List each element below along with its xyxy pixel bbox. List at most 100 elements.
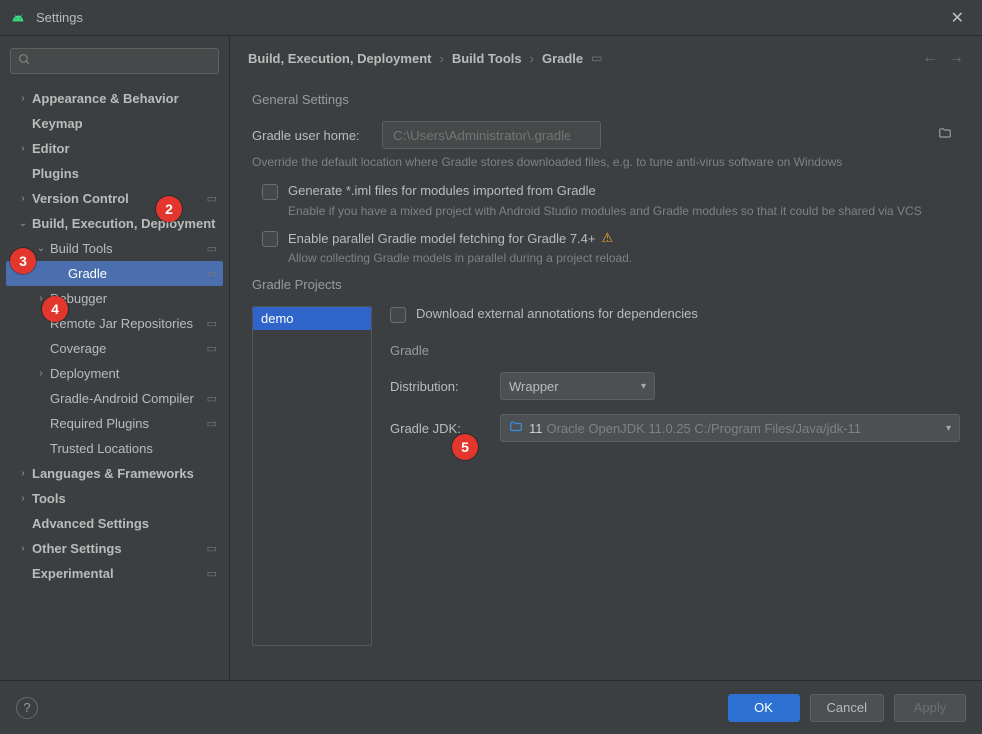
sidebar-item-languages-frameworks[interactable]: ›Languages & Frameworks xyxy=(6,461,223,486)
sidebar-item-label: Editor xyxy=(32,141,217,156)
distribution-label: Distribution: xyxy=(390,379,500,394)
section-heading-general: General Settings xyxy=(252,92,960,107)
download-annotations-checkbox[interactable] xyxy=(390,307,406,323)
sidebar-item-label: Debugger xyxy=(50,291,217,306)
sidebar-item-label: Languages & Frameworks xyxy=(32,466,217,481)
sidebar-item-build-execution-deployment[interactable]: ⌄Build, Execution, Deployment xyxy=(6,211,223,236)
search-input[interactable] xyxy=(10,48,219,74)
apply-button[interactable]: Apply xyxy=(894,694,966,722)
sidebar: ›Appearance & BehaviorKeymap›EditorPlugi… xyxy=(0,36,230,680)
project-scope-icon: ▭ xyxy=(207,417,217,430)
sidebar-item-experimental[interactable]: Experimental ▭ xyxy=(6,561,223,586)
project-scope-icon: ▭ xyxy=(207,342,217,355)
sidebar-item-gradle[interactable]: Gradle▭ xyxy=(6,261,223,286)
chevron-right-icon: › xyxy=(439,51,443,66)
sidebar-item-label: Remote Jar Repositories xyxy=(50,316,203,331)
breadcrumb-item[interactable]: Build Tools xyxy=(452,51,522,66)
jdk-icon xyxy=(509,420,523,437)
help-icon[interactable]: ? xyxy=(16,697,38,719)
sidebar-item-plugins[interactable]: Plugins xyxy=(6,161,223,186)
chevron-right-icon: › xyxy=(530,51,534,66)
gradle-jdk-dropdown[interactable]: 11Oracle OpenJDK 11.0.25 C:/Program File… xyxy=(500,414,960,442)
sidebar-item-debugger[interactable]: ›Debugger xyxy=(6,286,223,311)
gradle-user-home-input[interactable] xyxy=(382,121,601,149)
sidebar-item-appearance-behavior[interactable]: ›Appearance & Behavior xyxy=(6,86,223,111)
sidebar-item-label: Experimental xyxy=(32,566,203,581)
sidebar-item-editor[interactable]: ›Editor xyxy=(6,136,223,161)
callout-5: 5 xyxy=(452,434,478,460)
sidebar-item-label: Coverage xyxy=(50,341,203,356)
gradle-project-item[interactable]: demo xyxy=(253,307,371,330)
forward-icon[interactable]: → xyxy=(948,49,964,67)
chevron-right-icon[interactable]: › xyxy=(16,143,30,154)
gradle-projects-list[interactable]: demo xyxy=(252,306,372,646)
sidebar-item-deployment[interactable]: ›Deployment xyxy=(6,361,223,386)
window-title: Settings xyxy=(36,10,943,25)
chevron-down-icon[interactable]: ⌄ xyxy=(34,243,48,254)
sidebar-item-label: Deployment xyxy=(50,366,217,381)
generate-iml-hint: Enable if you have a mixed project with … xyxy=(288,204,960,218)
breadcrumb-item[interactable]: Build, Execution, Deployment xyxy=(248,51,431,66)
project-scope-icon: ▭ xyxy=(207,542,217,555)
sidebar-item-keymap[interactable]: Keymap xyxy=(6,111,223,136)
breadcrumb-item[interactable]: Gradle xyxy=(542,51,583,66)
project-scope-icon: ▭ xyxy=(591,51,602,65)
project-scope-icon: ▭ xyxy=(207,242,217,255)
generate-iml-checkbox[interactable] xyxy=(262,184,278,200)
chevron-down-icon: ▾ xyxy=(641,381,646,392)
sidebar-item-label: Trusted Locations xyxy=(50,441,217,456)
folder-browse-icon[interactable] xyxy=(938,127,952,144)
sidebar-item-label: Plugins xyxy=(32,166,217,181)
project-scope-icon: ▭ xyxy=(207,317,217,330)
chevron-right-icon[interactable]: › xyxy=(16,543,30,554)
sidebar-item-remote-jar-repositories[interactable]: Remote Jar Repositories ▭ xyxy=(6,311,223,336)
parallel-fetch-label: Enable parallel Gradle model fetching fo… xyxy=(288,230,613,246)
gradle-user-home-label: Gradle user home: xyxy=(252,128,382,143)
sidebar-item-advanced-settings[interactable]: Advanced Settings xyxy=(6,511,223,536)
gradle-user-home-hint: Override the default location where Grad… xyxy=(252,155,960,169)
chevron-right-icon[interactable]: › xyxy=(16,493,30,504)
ok-button[interactable]: OK xyxy=(728,694,800,722)
sidebar-item-label: Required Plugins xyxy=(50,416,203,431)
sidebar-item-coverage[interactable]: Coverage ▭ xyxy=(6,336,223,361)
chevron-right-icon[interactable]: › xyxy=(34,368,48,379)
distribution-dropdown[interactable]: Wrapper ▾ xyxy=(500,372,655,400)
sidebar-item-label: Gradle xyxy=(68,266,203,281)
sidebar-item-build-tools[interactable]: ⌄Build Tools ▭ xyxy=(6,236,223,261)
sidebar-item-other-settings[interactable]: ›Other Settings ▭ xyxy=(6,536,223,561)
generate-iml-label: Generate *.iml files for modules importe… xyxy=(288,183,596,198)
section-heading-projects: Gradle Projects xyxy=(252,277,960,292)
chevron-right-icon[interactable]: › xyxy=(16,468,30,479)
parallel-fetch-hint: Allow collecting Gradle models in parall… xyxy=(288,251,960,265)
sidebar-item-label: Other Settings xyxy=(32,541,203,556)
sidebar-item-label: Advanced Settings xyxy=(32,516,217,531)
sidebar-item-trusted-locations[interactable]: Trusted Locations xyxy=(6,436,223,461)
callout-2: 2 xyxy=(156,196,182,222)
search-icon xyxy=(18,53,31,69)
sidebar-item-label: Gradle-Android Compiler xyxy=(50,391,203,406)
sidebar-item-label: Build Tools xyxy=(50,241,203,256)
callout-3: 3 xyxy=(10,248,36,274)
back-icon[interactable]: ← xyxy=(922,49,938,67)
sidebar-item-label: Keymap xyxy=(32,116,217,131)
warning-icon: ⚠ xyxy=(602,230,614,246)
parallel-fetch-checkbox[interactable] xyxy=(262,231,278,247)
chevron-right-icon[interactable]: › xyxy=(16,193,30,204)
chevron-right-icon[interactable]: › xyxy=(16,93,30,104)
distribution-value: Wrapper xyxy=(509,379,633,394)
sidebar-item-version-control[interactable]: ›Version Control▭ xyxy=(6,186,223,211)
cancel-button[interactable]: Cancel xyxy=(810,694,884,722)
sidebar-item-tools[interactable]: ›Tools xyxy=(6,486,223,511)
close-icon[interactable]: ✕ xyxy=(943,4,972,32)
settings-tree: ›Appearance & BehaviorKeymap›EditorPlugi… xyxy=(6,86,223,670)
footer: ? OK Cancel Apply xyxy=(0,680,982,734)
project-scope-icon: ▭ xyxy=(207,392,217,405)
callout-4: 4 xyxy=(42,296,68,322)
project-scope-icon: ▭ xyxy=(207,567,217,580)
sidebar-item-required-plugins[interactable]: Required Plugins ▭ xyxy=(6,411,223,436)
sidebar-item-gradle-android-compiler[interactable]: Gradle-Android Compiler ▭ xyxy=(6,386,223,411)
chevron-down-icon[interactable]: ⌄ xyxy=(16,218,30,229)
gradle-jdk-value: 11Oracle OpenJDK 11.0.25 C:/Program File… xyxy=(529,421,938,436)
download-annotations-label: Download external annotations for depend… xyxy=(416,306,698,321)
sidebar-item-label: Tools xyxy=(32,491,217,506)
